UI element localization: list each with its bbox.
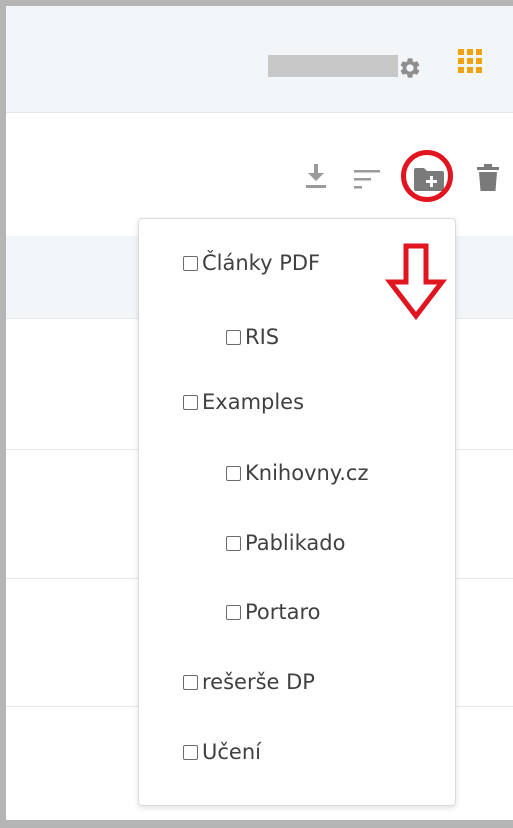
checkbox[interactable]: [226, 535, 241, 551]
checkbox[interactable]: [226, 329, 241, 345]
checkbox[interactable]: [183, 255, 198, 271]
user-name-placeholder[interactable]: [268, 55, 398, 77]
folder-label: Examples: [202, 390, 305, 414]
folder-item-reserse-dp[interactable]: rešerše DP: [183, 669, 315, 695]
folder-label: Články PDF: [202, 251, 321, 275]
download-icon[interactable]: [305, 164, 327, 190]
sort-icon[interactable]: [354, 168, 382, 192]
gear-icon[interactable]: [398, 56, 422, 80]
down-arrow-annotation-icon: [384, 243, 448, 321]
checkbox[interactable]: [183, 674, 198, 690]
checkbox[interactable]: [183, 394, 198, 410]
app-screen: Články PDF RIS Examples Knihovny.cz Pabl…: [0, 0, 513, 828]
folder-item-clanky-pdf[interactable]: Články PDF: [183, 250, 320, 276]
checkbox[interactable]: [226, 465, 241, 481]
highlight-circle: [401, 150, 453, 202]
apps-grid-icon[interactable]: [458, 49, 482, 73]
folder-item-pablikado[interactable]: Pablikado: [226, 530, 345, 556]
folder-label: Knihovny.cz: [245, 461, 369, 485]
app-header: [6, 6, 513, 112]
folder-item-uceni[interactable]: Učení: [183, 739, 261, 765]
folder-label: Portaro: [245, 600, 321, 624]
folder-item-portaro[interactable]: Portaro: [226, 599, 321, 625]
header-divider: [6, 112, 513, 113]
checkbox[interactable]: [183, 744, 198, 760]
folder-label: RIS: [245, 325, 280, 349]
folder-item-knihovny[interactable]: Knihovny.cz: [226, 460, 369, 486]
folder-item-ris[interactable]: RIS: [226, 324, 279, 350]
folder-label: rešerše DP: [202, 670, 315, 694]
folder-item-examples[interactable]: Examples: [183, 389, 304, 415]
folder-label: Učení: [202, 740, 261, 764]
folder-label: Pablikado: [245, 531, 346, 555]
trash-icon[interactable]: [477, 164, 499, 192]
checkbox[interactable]: [226, 604, 241, 620]
